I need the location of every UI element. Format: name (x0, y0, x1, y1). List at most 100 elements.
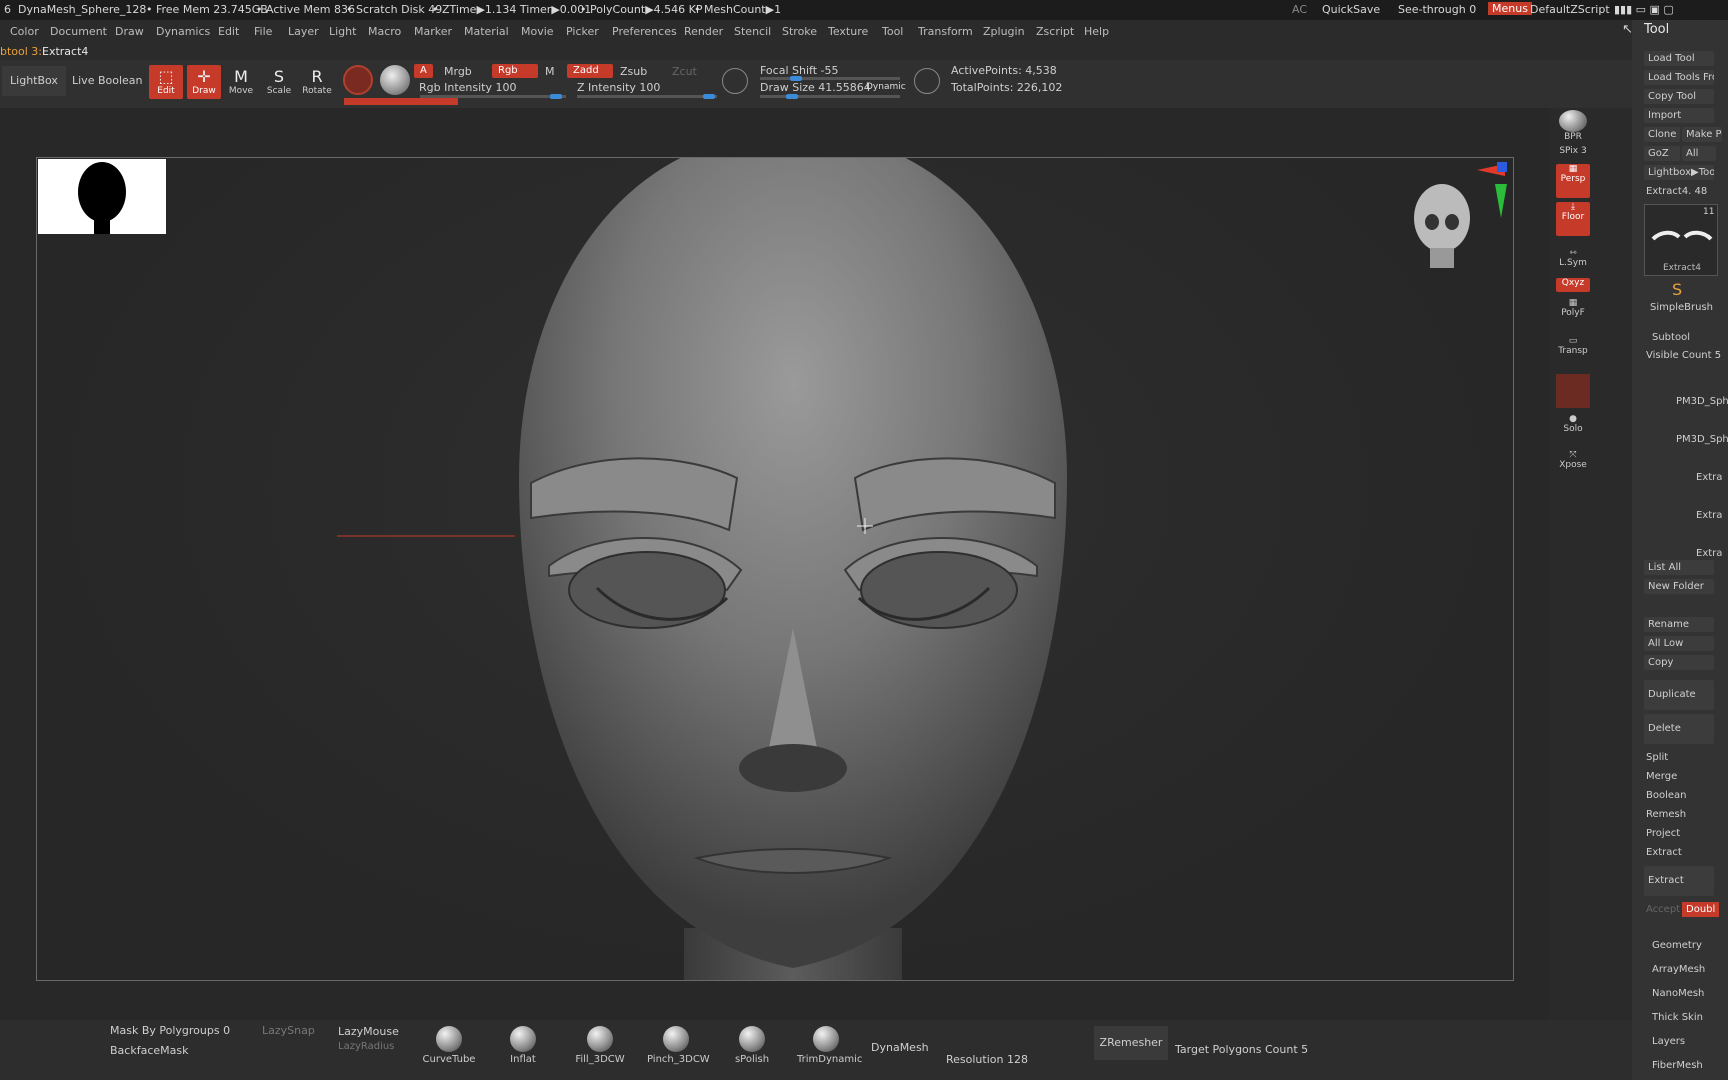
menu-document[interactable]: Document (50, 25, 107, 38)
mask-by-polygroups-slider[interactable]: Mask By Polygroups 0 (110, 1024, 230, 1037)
tool-thumbnail[interactable]: 11 Extract4 (1644, 204, 1718, 276)
resolution-slider[interactable]: Resolution 128 (946, 1053, 1028, 1066)
menu-movie[interactable]: Movie (521, 25, 554, 38)
lsym-button[interactable]: ⇿ L.Sym (1556, 248, 1590, 282)
z-intensity-knob[interactable] (703, 94, 715, 99)
delete-button[interactable]: Delete (1644, 714, 1714, 744)
layers-section[interactable]: Layers (1652, 1036, 1685, 1047)
menu-light[interactable]: Light (329, 25, 356, 38)
load-tools-from-button[interactable]: Load Tools From (1644, 70, 1714, 85)
menus-button[interactable]: Menus (1488, 2, 1532, 15)
solo-button[interactable]: ● Solo (1556, 414, 1590, 448)
m-toggle[interactable]: M (545, 65, 555, 78)
menu-preferences[interactable]: Preferences (612, 25, 677, 38)
lazyradius-slider[interactable]: LazyRadius (338, 1041, 394, 1052)
menu-zscript[interactable]: Zscript (1036, 25, 1074, 38)
focal-shift-track[interactable] (760, 76, 900, 81)
spix-slider[interactable]: SPix 3 (1556, 146, 1590, 160)
skull-gizmo[interactable] (1412, 178, 1477, 288)
dynamic-brush-icon[interactable] (1556, 374, 1590, 408)
list-all-button[interactable]: List All (1644, 560, 1714, 575)
scale-button[interactable]: S Scale (262, 65, 296, 99)
target-polygons-slider[interactable]: Target Polygons Count 5 (1175, 1043, 1308, 1056)
extract-count-slider[interactable]: Extract4. 48 (1646, 186, 1707, 197)
extract-section[interactable]: Extract (1646, 847, 1682, 858)
menu-color[interactable]: Color (10, 25, 39, 38)
head-model[interactable] (37, 158, 1513, 980)
menu-render[interactable]: Render (684, 25, 723, 38)
extract-button[interactable]: Extract (1644, 866, 1714, 896)
brush-spolish[interactable]: sPolish (723, 1026, 781, 1065)
edit-button[interactable]: ⬚ Edit (149, 65, 183, 99)
lazysnap-slider[interactable]: LazySnap (262, 1024, 315, 1037)
backfacemask-toggle[interactable]: BackfaceMask (110, 1044, 188, 1057)
draw-button[interactable]: ✛ Draw (187, 65, 221, 99)
move-button[interactable]: M Move (224, 65, 258, 99)
menu-tool[interactable]: Tool (882, 25, 903, 38)
boolean-section[interactable]: Boolean (1646, 790, 1687, 801)
draw-size-knob[interactable] (786, 94, 798, 99)
subtool-list[interactable]: PM3D_Sph PM3D_Sph Extra Extra Extra (1656, 368, 1728, 559)
zsub-toggle[interactable]: Zsub (620, 65, 647, 78)
persp-button[interactable]: ▦ Persp (1556, 164, 1590, 198)
menu-dynamics[interactable]: Dynamics (156, 25, 210, 38)
make-polymesh-button[interactable]: Make Pol (1682, 127, 1722, 142)
thick-skin-section[interactable]: Thick Skin (1652, 1012, 1703, 1023)
project-section[interactable]: Project (1646, 828, 1680, 839)
fibermesh-section[interactable]: FiberMesh (1652, 1060, 1703, 1071)
rotate-button[interactable]: R Rotate (300, 65, 334, 99)
mrgb-toggle[interactable]: Mrgb (444, 65, 472, 78)
duplicate-button[interactable]: Duplicate (1644, 680, 1714, 710)
simplebrush-icon[interactable]: S (1672, 280, 1682, 299)
subtool-header[interactable]: Subtool (1652, 332, 1690, 343)
merge-section[interactable]: Merge (1646, 771, 1677, 782)
brush-trimdynamic[interactable]: TrimDynamic (797, 1026, 862, 1065)
all-low-button[interactable]: All Low (1644, 636, 1714, 651)
menu-stencil[interactable]: Stencil (734, 25, 771, 38)
bpr-button[interactable]: BPR (1556, 110, 1590, 144)
menu-macro[interactable]: Macro (368, 25, 401, 38)
goz-all-button[interactable]: All (1682, 146, 1716, 161)
quicksave-button[interactable]: QuickSave (1322, 3, 1380, 16)
floor-button[interactable]: ⤓ Floor (1556, 202, 1590, 236)
z-intensity-track[interactable] (577, 94, 717, 99)
silhouette-navigator[interactable] (38, 159, 166, 234)
menu-zplugin[interactable]: Zplugin (983, 25, 1025, 38)
rgb-intensity-knob[interactable] (550, 94, 562, 99)
brush-alpha-swatch[interactable] (380, 65, 410, 95)
subtool-item[interactable]: PM3D_Sph (1676, 396, 1728, 407)
rgb-intensity-track[interactable] (420, 94, 566, 99)
new-folder-button[interactable]: New Folder (1644, 579, 1714, 594)
polyf-button[interactable]: ▦ PolyF (1556, 298, 1590, 332)
copy-tool-button[interactable]: Copy Tool (1644, 89, 1714, 104)
xyz-button[interactable]: Qxyz (1556, 278, 1590, 292)
menu-edit[interactable]: Edit (218, 25, 239, 38)
draw-size-slider[interactable]: Draw Size 41.55864 (760, 81, 871, 94)
menu-layer[interactable]: Layer (288, 25, 319, 38)
subtool-item[interactable]: Extra (1696, 472, 1722, 483)
subtool-item[interactable]: Extra (1696, 548, 1722, 559)
goz-button[interactable]: GoZ (1644, 146, 1680, 161)
geometry-section[interactable]: Geometry (1652, 940, 1702, 951)
xpose-button[interactable]: ⤧ Xpose (1556, 450, 1590, 484)
accept-button[interactable]: Accept (1646, 904, 1680, 915)
zremesher-button[interactable]: ZRemesher (1094, 1026, 1168, 1060)
transp-button[interactable]: ▭ Transp (1556, 336, 1590, 370)
zcut-toggle[interactable]: Zcut (672, 65, 697, 78)
menu-file[interactable]: File (254, 25, 272, 38)
menu-help[interactable]: Help (1084, 25, 1109, 38)
nanomesh-section[interactable]: NanoMesh (1652, 988, 1704, 999)
zadd-toggle[interactable]: Zadd (567, 64, 613, 78)
axis-gizmo-icon[interactable] (1477, 160, 1507, 220)
a-toggle[interactable]: A (414, 64, 433, 78)
clone-button[interactable]: Clone (1644, 127, 1680, 142)
rgb-intensity-slider[interactable]: Rgb Intensity 100 (419, 81, 516, 94)
visible-count-slider[interactable]: Visible Count 5 (1646, 350, 1721, 361)
import-button[interactable]: Import (1644, 108, 1714, 123)
lightbox-button[interactable]: LightBox (2, 66, 66, 96)
window-controls-icon[interactable]: ▮▮▮ ▭ ▣ ▢ (1614, 3, 1674, 16)
dynamesh-button[interactable]: DynaMesh (871, 1041, 929, 1054)
double-toggle[interactable]: Doubl (1682, 902, 1720, 917)
subtool-item[interactable]: Extra (1696, 510, 1722, 521)
dynamic-toggle[interactable]: Dynamic (866, 82, 906, 92)
